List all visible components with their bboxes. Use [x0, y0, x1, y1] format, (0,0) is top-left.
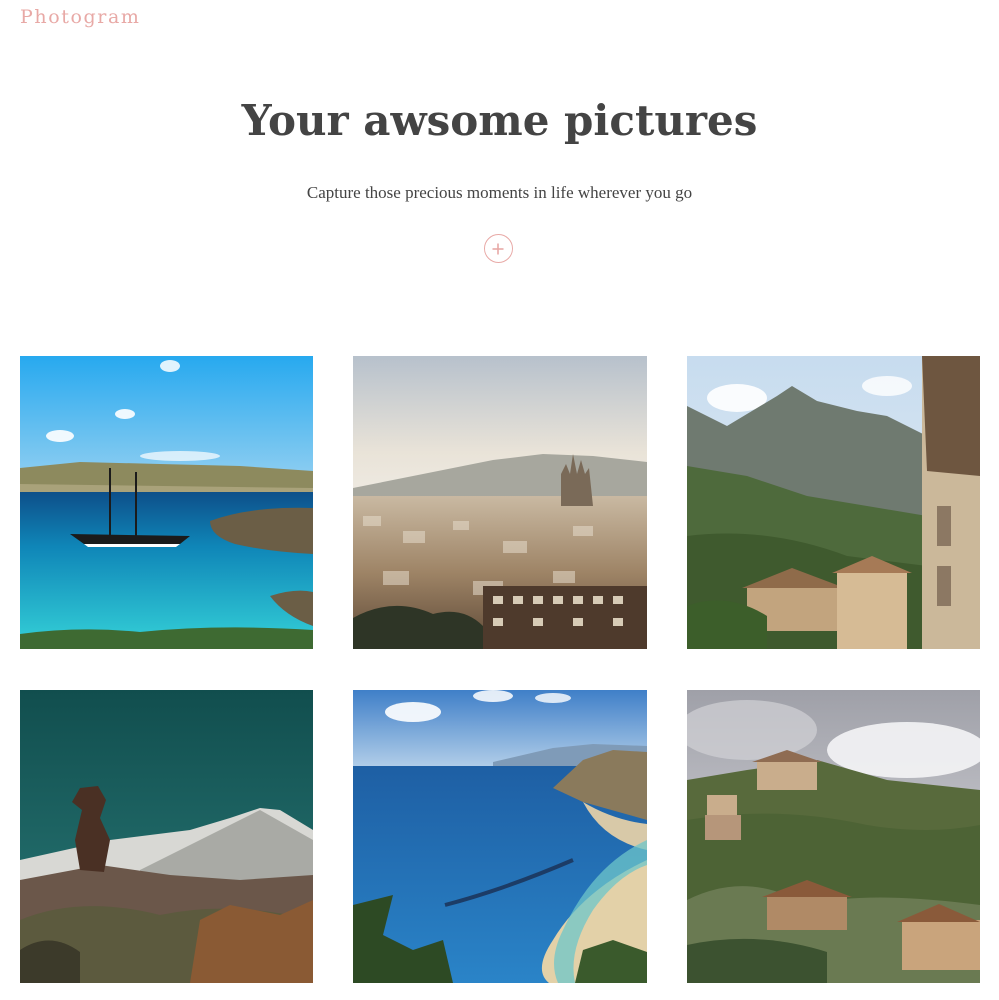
- gallery-photo-hillside-village[interactable]: [687, 690, 980, 983]
- gallery-photo-mountain-village[interactable]: [687, 356, 980, 649]
- photo-image: [687, 356, 980, 649]
- gallery-photo-sailboat[interactable]: [20, 356, 313, 649]
- photo-image: [20, 690, 313, 983]
- photo-image: [353, 690, 647, 983]
- photo-gallery: [0, 0, 999, 1000]
- photo-image: [687, 690, 980, 983]
- gallery-photo-volcano[interactable]: [20, 690, 313, 983]
- photo-image: [20, 356, 313, 649]
- gallery-photo-beach[interactable]: [353, 690, 647, 983]
- photo-image: [353, 356, 647, 649]
- gallery-photo-city[interactable]: [353, 356, 647, 649]
